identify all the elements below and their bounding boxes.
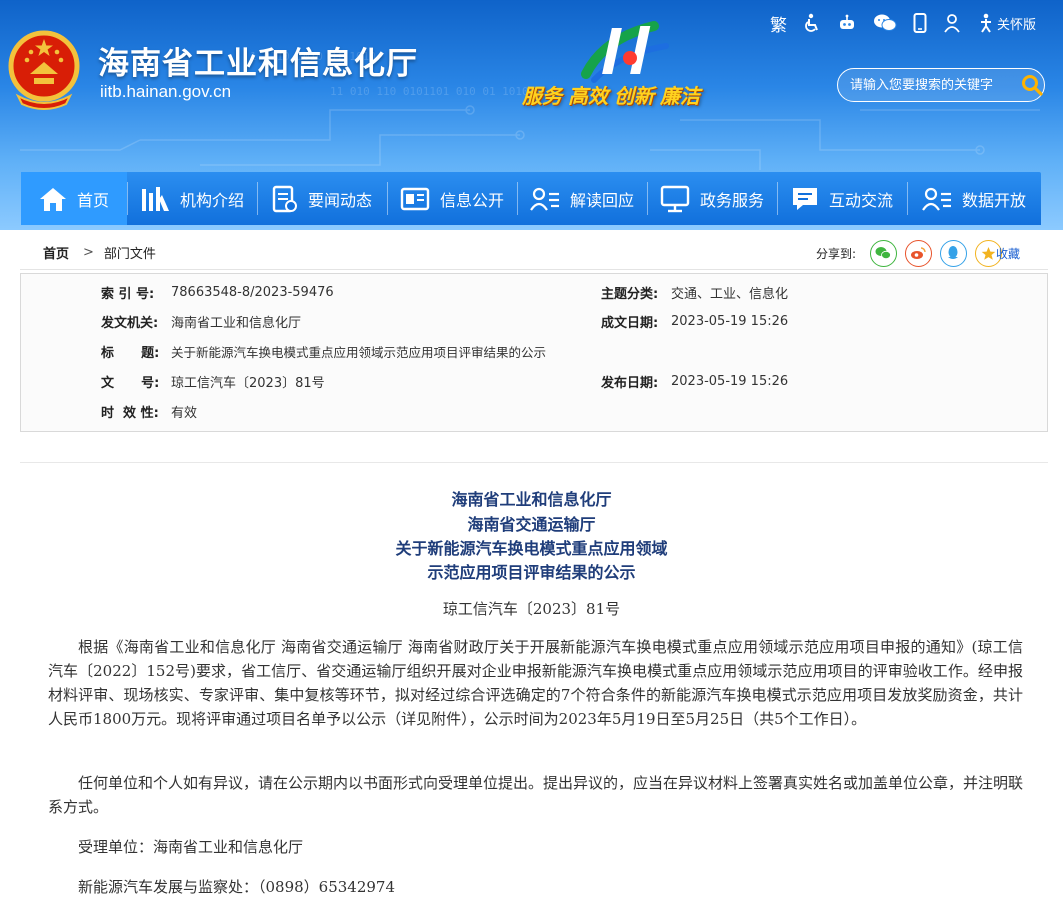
slogan-item: 服务 xyxy=(522,84,562,108)
article-title-line: 示范应用项目评审结果的公示 xyxy=(427,563,636,582)
meta-issuer-label: 发文机关: xyxy=(101,315,159,331)
main-nav: 首页 机构介绍 要闻动态 信息公开 解读回应 政务服务 互动交流 数据开放 xyxy=(21,172,1041,225)
meta-row: 索 引 号: 78663548-8/2023-59476 主题分类: 交通、工业… xyxy=(21,281,1047,303)
meta-index-value: 78663548-8/2023-59476 xyxy=(171,284,334,300)
weibo-icon xyxy=(911,247,927,259)
document-meta-table: 索 引 号: 78663548-8/2023-59476 主题分类: 交通、工业… xyxy=(20,273,1048,432)
traditional-chinese-button[interactable]: 繁 xyxy=(770,12,787,36)
user-list-icon xyxy=(530,187,559,211)
user-icon[interactable] xyxy=(943,12,961,34)
nav-item-info-disclosure[interactable]: 信息公开 xyxy=(387,172,517,225)
info-icon xyxy=(400,187,430,210)
chat-icon xyxy=(792,187,817,210)
content-divider xyxy=(20,462,1048,463)
meta-row: 标 题: 关于新能源汽车换电模式重点应用领域示范应用项目评审结果的公示 xyxy=(21,340,1047,362)
search-input[interactable] xyxy=(850,77,1020,93)
meta-validity-value: 有效 xyxy=(171,405,198,421)
search-box xyxy=(837,68,1045,102)
location-icon xyxy=(23,246,33,259)
slogan-logo xyxy=(581,21,669,83)
article-doc-number: 琼工信汽车〔2023〕81号 xyxy=(442,600,621,618)
nav-item-label: 互动交流 xyxy=(828,190,893,210)
meta-written-date-value: 2023-05-19 15:26 xyxy=(671,313,789,329)
favorite-label[interactable]: 收藏 xyxy=(996,245,1020,262)
nav-item-interpretation[interactable]: 解读回应 xyxy=(517,172,647,225)
meta-row: 时 效 性: 有效 xyxy=(21,400,1047,422)
nav-item-label: 政务服务 xyxy=(699,190,764,210)
nav-item-news[interactable]: 要闻动态 xyxy=(257,172,387,225)
search-button[interactable] xyxy=(1020,69,1044,101)
meta-docno-value: 琼工信汽车〔2023〕81号 xyxy=(171,375,325,391)
nav-item-interaction[interactable]: 互动交流 xyxy=(777,172,907,225)
nav-item-label: 要闻动态 xyxy=(307,190,372,210)
nav-item-government-services[interactable]: 政务服务 xyxy=(647,172,777,225)
meta-index-label: 索 引 号: xyxy=(101,286,155,302)
meta-written-date-label: 成文日期: xyxy=(601,315,659,331)
nav-item-label: 机构介绍 xyxy=(179,190,244,210)
share-label: 分享到: xyxy=(815,246,856,261)
qq-icon xyxy=(948,246,959,259)
meta-publish-date-label: 发布日期: xyxy=(601,375,659,391)
slogan-item: 创新 xyxy=(614,84,654,108)
meta-validity-label: 时 效 性: xyxy=(101,405,159,421)
nav-item-open-data[interactable]: 数据开放 xyxy=(907,172,1041,225)
monitor-icon xyxy=(660,185,690,212)
slogan-item: 廉洁 xyxy=(660,84,700,108)
elder-mode-button[interactable]: 关怀版 xyxy=(977,13,1036,33)
share-weibo-button[interactable] xyxy=(904,239,932,267)
elder-mode-label: 关怀版 xyxy=(997,17,1037,33)
robot-icon[interactable] xyxy=(837,12,857,34)
meta-docno-label: 文 号: xyxy=(101,375,160,391)
breadcrumb: 首页 > 部门文件 分享到: 收藏 xyxy=(20,236,1048,270)
article-paragraph: 新能源汽车发展与监察处：（0898）65342974 xyxy=(78,878,396,896)
nav-item-organization[interactable]: 机构介绍 xyxy=(127,172,257,225)
search-icon xyxy=(1022,75,1043,96)
share-bar: 分享到: 收藏 xyxy=(816,236,1020,270)
meta-row: 发文机关: 海南省工业和信息化厅 成文日期: 2023-05-19 15:26 xyxy=(21,310,1047,332)
nav-item-label: 数据开放 xyxy=(961,190,1026,210)
article-title-line: 海南省工业和信息化厅 xyxy=(451,490,612,509)
breadcrumb-home[interactable]: 首页 xyxy=(43,243,69,262)
home-icon xyxy=(39,187,66,211)
meta-topic-value: 交通、工业、信息化 xyxy=(671,286,789,302)
meta-issuer-value: 海南省工业和信息化厅 xyxy=(171,315,302,331)
breadcrumb-separator: > xyxy=(83,245,94,260)
slogan-list: 服务 高效 创新 廉洁 xyxy=(522,80,700,109)
national-emblem xyxy=(8,30,80,110)
wechat-icon[interactable] xyxy=(873,12,897,34)
site-domain: iitb.hainan.gov.cn xyxy=(100,82,232,101)
building-icon xyxy=(141,186,169,211)
header-toolbar: 繁 关怀版 xyxy=(770,12,1036,36)
news-icon xyxy=(272,185,297,212)
article-paragraph: 根据《海南省工业和信息化厅 海南省交通运输厅 海南省财政厅关于开展新能源汽车换电… xyxy=(48,638,1023,728)
elder-care-icon xyxy=(981,13,991,33)
meta-title-label: 标 题: xyxy=(101,345,160,361)
article-title-line: 海南省交通运输厅 xyxy=(467,515,596,534)
article-title-line: 关于新能源汽车换电模式重点应用领域 xyxy=(395,539,668,558)
breadcrumb-current[interactable]: 部门文件 xyxy=(104,243,156,262)
star-icon xyxy=(981,246,996,260)
meta-title-value: 关于新能源汽车换电模式重点应用领域示范应用项目评审结果的公示 xyxy=(171,344,547,360)
slogan-item: 高效 xyxy=(568,84,608,108)
meta-row: 文 号: 琼工信汽车〔2023〕81号 发布日期: 2023-05-19 15:… xyxy=(21,370,1047,392)
nav-item-label: 解读回应 xyxy=(569,190,634,210)
wechat-icon xyxy=(875,247,892,260)
site-name[interactable]: 海南省工业和信息化厅 xyxy=(98,38,418,83)
article-paragraph: 任何单位和个人如有异议，请在公示期内以书面形式向受理单位提出。提出异议的，应当在… xyxy=(48,774,1024,816)
meta-topic-label: 主题分类: xyxy=(601,286,659,302)
nav-item-label: 信息公开 xyxy=(439,190,504,210)
share-qq-button[interactable] xyxy=(939,239,967,267)
meta-publish-date-value: 2023-05-19 15:26 xyxy=(671,373,789,389)
svg-text:11 010 110 0101101 010 01 1010: 11 010 110 0101101 010 01 10101 xyxy=(330,85,535,98)
nav-item-home[interactable]: 首页 xyxy=(21,172,127,225)
accessibility-icon[interactable] xyxy=(803,12,821,34)
article-paragraph: 受理单位：海南省工业和信息化厅 xyxy=(78,838,304,856)
data-user-icon xyxy=(922,187,951,211)
nav-item-label: 首页 xyxy=(76,190,109,210)
mobile-icon[interactable] xyxy=(913,12,927,34)
share-wechat-button[interactable] xyxy=(869,239,897,267)
